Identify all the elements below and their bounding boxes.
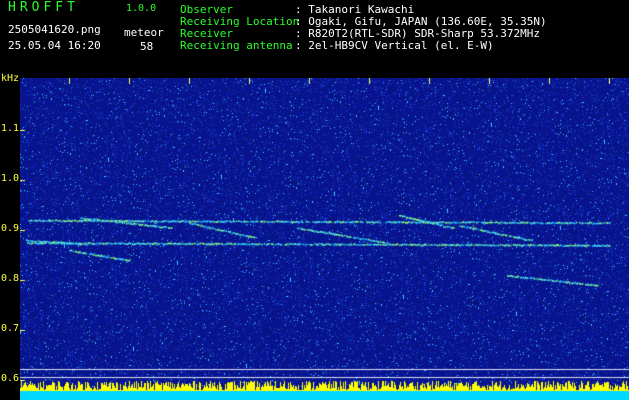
meteor-count-label: meteor <box>124 26 164 39</box>
y-tick-label: 0.7 <box>1 323 20 334</box>
file-name: 2505041620.png <box>8 23 101 36</box>
antenna-label: Receiving antenna <box>180 39 293 52</box>
app-version: 1.0.0 <box>126 3 157 14</box>
date-time: 25.05.04 16:20 <box>8 39 101 52</box>
y-tick-label: 0.6 <box>1 373 20 384</box>
spectrogram-plot <box>20 78 629 400</box>
antenna-value: : 2el-HB9CV Vertical (el. E-W) <box>295 39 494 52</box>
y-tick-label: 0.9 <box>1 223 20 234</box>
y-tick-label: 1.0 <box>1 173 20 184</box>
app-title: HROFFT <box>8 0 79 15</box>
meteor-count-value: 58 <box>140 40 154 53</box>
y-tick-label: 0.8 <box>1 273 20 284</box>
y-axis-unit-label: kHz <box>1 73 20 84</box>
y-tick-label: 1.1 <box>1 123 20 134</box>
